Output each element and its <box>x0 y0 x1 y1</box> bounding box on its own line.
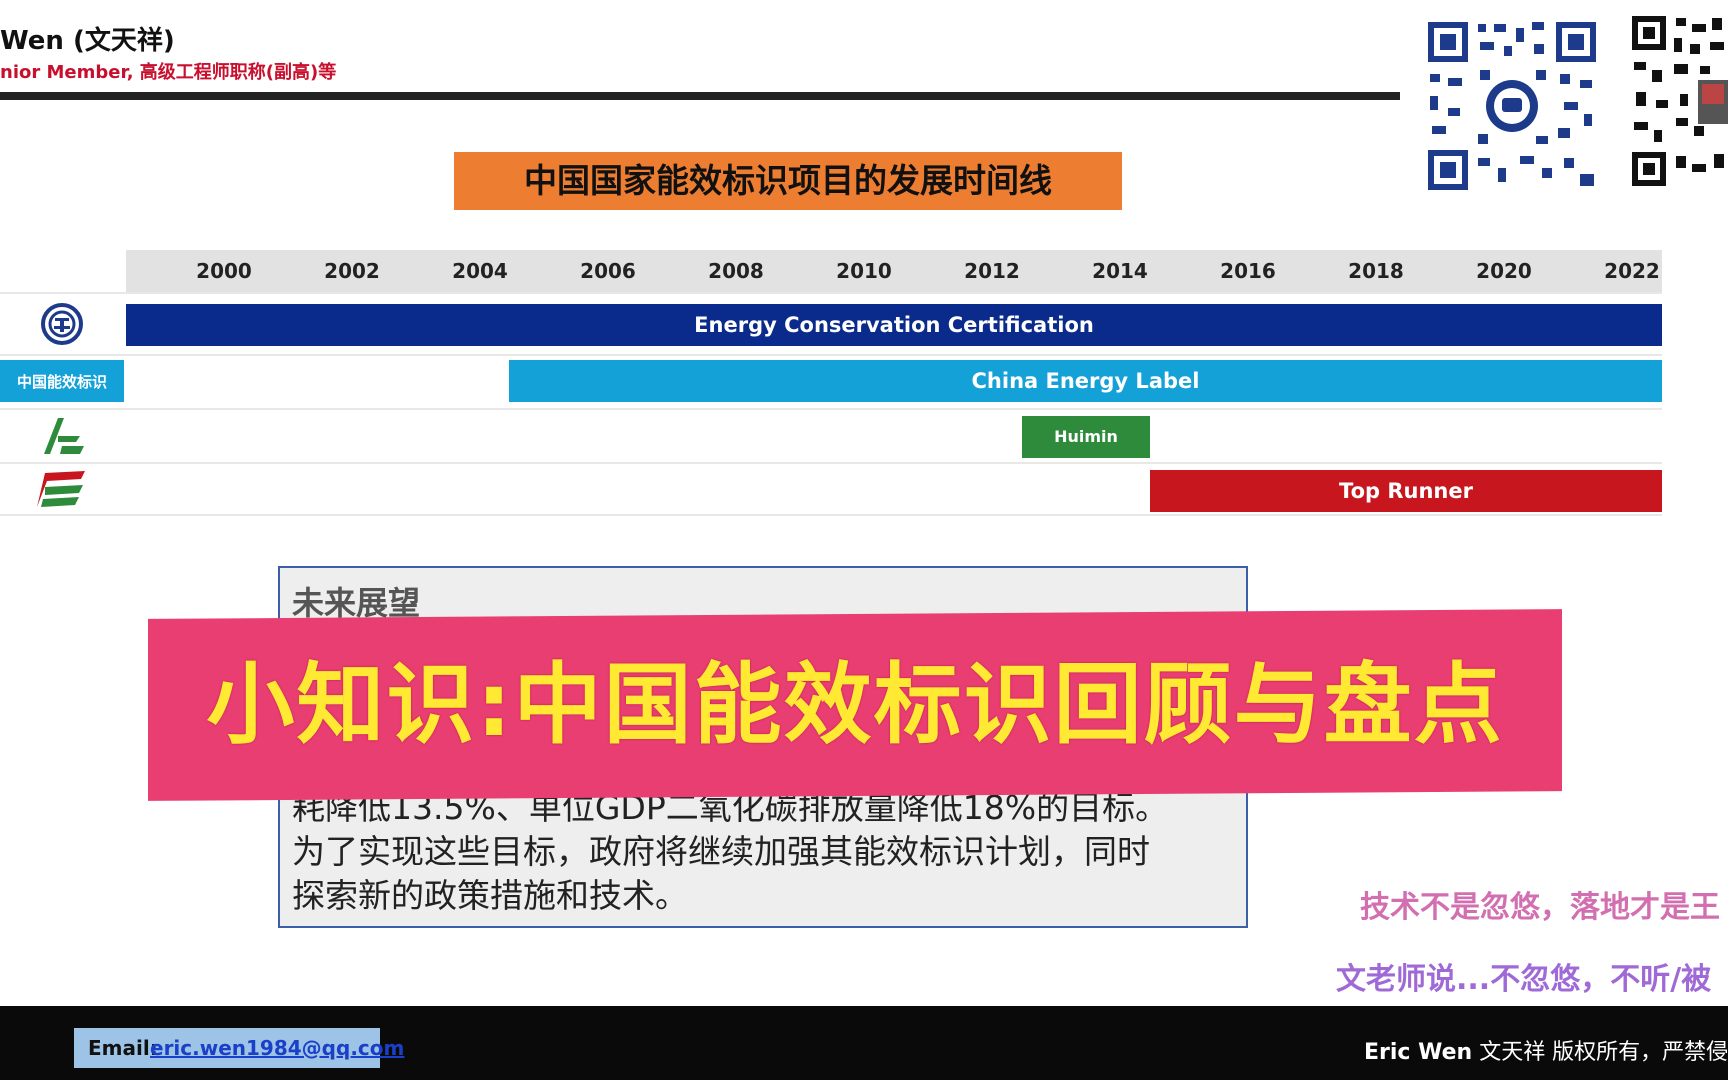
timeline-row-divider <box>0 292 1662 294</box>
year-label-2002: 2002 <box>324 259 380 283</box>
timeline-row-divider <box>0 514 1662 516</box>
year-label-2020: 2020 <box>1476 259 1532 283</box>
year-label-2016: 2016 <box>1220 259 1276 283</box>
slogan-line-1: 技术不是忽悠，落地才是王 <box>1360 890 1720 925</box>
year-label-2000: 2000 <box>196 259 252 283</box>
bar-china-energy-label: China Energy Label <box>509 360 1662 402</box>
year-label-2008: 2008 <box>708 259 764 283</box>
outlook-line: 为了实现这些目标，政府将继续加强其能效标识计划，同时 <box>292 832 1150 871</box>
video-title-text: 小知识:中国能效标识回顾与盘点 <box>206 653 1504 756</box>
china-energy-label-logo-text: 中国能效标识 <box>16 372 107 391</box>
timeline-row-divider <box>0 462 1662 464</box>
year-label-2010: 2010 <box>836 259 892 283</box>
qr-code-icon <box>1424 18 1600 194</box>
bar-huimin-project: Huimin Project <box>1022 416 1150 488</box>
year-label-2006: 2006 <box>580 259 636 283</box>
year-label-2004: 2004 <box>452 259 508 283</box>
copyright-text: Eric Wen 文天祥 版权所有，严禁侵 <box>1364 1034 1728 1066</box>
future-outlook-text: 耗降低13.5%、单位GDP二氧化碳排放量降低18%的目标。 为了实现这些目标，… <box>292 786 1232 918</box>
china-energy-label-logo: 中国能效标识 <box>0 360 124 402</box>
year-label-2022: 2022 <box>1604 259 1660 283</box>
year-label-2018: 2018 <box>1348 259 1404 283</box>
email-label: Email: <box>88 1036 158 1060</box>
header-divider <box>0 92 1400 100</box>
qr-code-icon-secondary <box>1630 14 1728 190</box>
copyright-name: Eric Wen <box>1364 1040 1473 1065</box>
huimin-logo-icon <box>0 412 124 460</box>
timeline-year-axis: 2000 2002 2004 2006 2008 2010 2012 2014 2016 2018… <box>126 250 1662 292</box>
slogan-line-2: 文老师说...不忽悠，不听/被 <box>1336 962 1712 997</box>
email-link[interactable]: eric.wen1984@qq.com <box>150 1036 404 1060</box>
top-runner-logo-icon <box>0 466 124 512</box>
bar-top-runner: Top Runner <box>1150 470 1662 512</box>
author-name: Wen (文天祥) <box>0 26 175 56</box>
author-credentials: nior Member, 高级工程师职称(副高)等 <box>0 62 337 83</box>
timeline-row-divider <box>0 354 1662 356</box>
bar-energy-conservation-certification: Energy Conservation Certification <box>126 304 1662 346</box>
copyright-rest: 文天祥 版权所有，严禁侵 <box>1479 1040 1728 1065</box>
timeline-row-divider <box>0 408 1662 410</box>
outlook-line: 探索新的政策措施和技术。 <box>292 876 688 915</box>
year-label-2012: 2012 <box>964 259 1020 283</box>
energy-conservation-logo-icon <box>0 298 124 350</box>
year-label-2014: 2014 <box>1092 259 1148 283</box>
slide-title: 中国国家能效标识项目的发展时间线 <box>454 152 1122 210</box>
